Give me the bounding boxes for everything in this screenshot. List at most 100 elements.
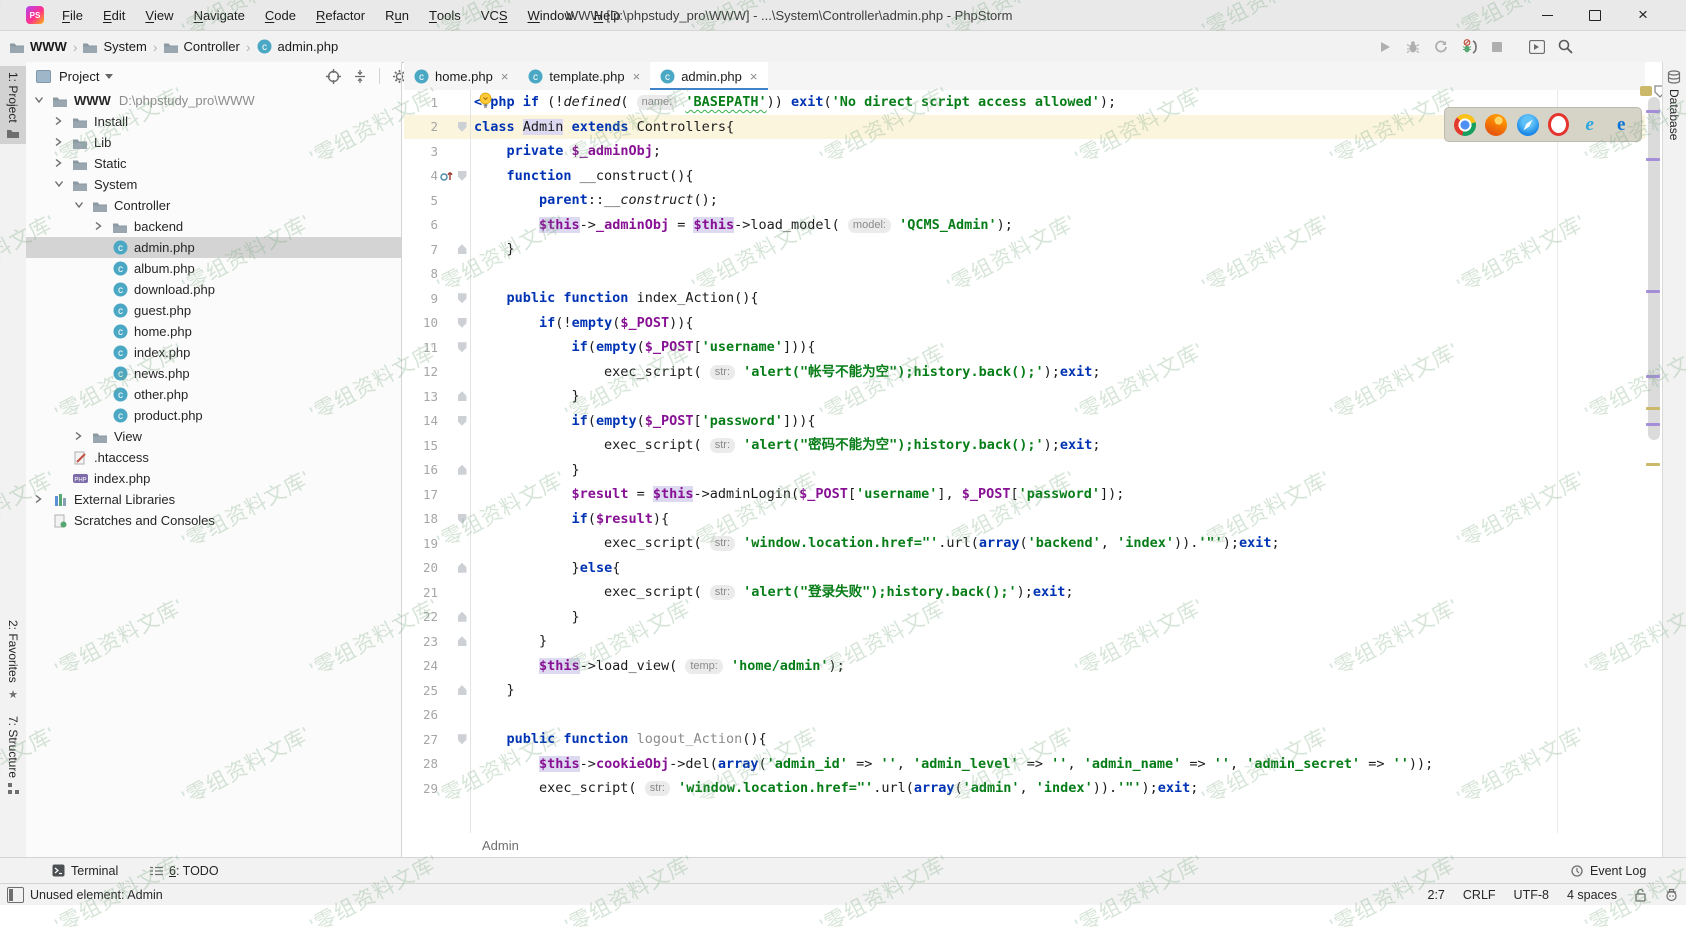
edge-icon[interactable]: e <box>1610 114 1632 136</box>
line-number[interactable]: 14 <box>404 413 438 428</box>
stripe-mark[interactable] <box>1646 375 1660 378</box>
stop-icon[interactable] <box>1486 37 1508 57</box>
stripe-mark[interactable] <box>1646 110 1660 113</box>
tab-close-icon[interactable]: × <box>750 69 758 84</box>
code-line-7[interactable]: 7 } <box>404 237 1645 262</box>
chevron-right-icon[interactable] <box>54 158 64 168</box>
line-number[interactable]: 19 <box>404 536 438 551</box>
chevron-down-icon[interactable] <box>54 179 64 189</box>
code-line-17[interactable]: 17 $result = $this->adminLogin($_POST['u… <box>404 482 1645 507</box>
code-line-20[interactable]: 20 }else{ <box>404 556 1645 581</box>
tree-item-lib[interactable]: Lib <box>26 132 401 153</box>
tree-item-www[interactable]: WWWD:\phpstudy_pro\WWW <box>26 90 401 111</box>
tree-item-htaccess[interactable]: .htaccess <box>26 447 401 468</box>
tree-item-guest-php[interactable]: cguest.php <box>26 300 401 321</box>
tree-item-scratches-and-consoles[interactable]: Scratches and Consoles <box>26 510 401 531</box>
attach-debugger-icon[interactable] <box>1458 37 1480 57</box>
menu-refactor[interactable]: Refactor <box>306 0 375 30</box>
code-line-25[interactable]: 25 } <box>404 678 1645 703</box>
tree-item-index-php[interactable]: cindex.php <box>26 342 401 363</box>
code-line-8[interactable]: 8 <box>404 262 1645 287</box>
stripe-mark[interactable] <box>1646 423 1660 426</box>
fold-marker[interactable] <box>454 605 470 630</box>
collapse-all-icon[interactable] <box>353 69 367 84</box>
code-line-9[interactable]: 9 public function index_Action(){ <box>404 286 1645 311</box>
line-number[interactable]: 21 <box>404 585 438 600</box>
stripe-mark[interactable] <box>1646 158 1660 161</box>
menu-navigate[interactable]: Navigate <box>184 0 255 30</box>
code-line-26[interactable]: 26 <box>404 703 1645 728</box>
fold-marker[interactable] <box>454 458 470 483</box>
fold-marker[interactable] <box>454 335 470 360</box>
tree-item-other-php[interactable]: cother.php <box>26 384 401 405</box>
tab-home-php[interactable]: chome.php× <box>404 62 518 90</box>
chevron-down-icon[interactable] <box>34 95 44 105</box>
fold-marker[interactable] <box>454 164 470 189</box>
fold-marker[interactable] <box>454 384 470 409</box>
tab-close-icon[interactable]: × <box>501 69 509 84</box>
restore-icon[interactable] <box>1572 0 1618 30</box>
breadcrumb-item-system[interactable]: System <box>83 39 146 54</box>
fold-marker[interactable] <box>454 678 470 703</box>
opera-icon[interactable] <box>1548 113 1569 136</box>
line-number[interactable]: 16 <box>404 462 438 477</box>
tree-item-index-php[interactable]: PHPindex.php <box>26 468 401 489</box>
fold-marker[interactable] <box>454 311 470 336</box>
breadcrumb-item-www[interactable]: WWW <box>10 39 67 54</box>
ie-icon[interactable]: e <box>1579 114 1601 136</box>
chevron-right-icon[interactable] <box>54 137 64 147</box>
breadcrumb-item-controller[interactable]: Controller <box>164 39 240 54</box>
editor-scrollbar[interactable] <box>1648 97 1660 440</box>
code-line-24[interactable]: 24 $this->load_view( temp: 'home/admin')… <box>404 654 1645 679</box>
chevron-right-icon[interactable] <box>74 431 84 441</box>
line-number[interactable]: 7 <box>404 242 438 257</box>
code-line-29[interactable]: 29 exec_script( str: 'window.location.hr… <box>404 776 1645 801</box>
line-number[interactable]: 12 <box>404 364 438 379</box>
menu-view[interactable]: View <box>135 0 183 30</box>
project-panel-title[interactable]: Project <box>59 69 99 84</box>
code-editor[interactable]: 1<?php if (!defined( name: 'BASEPATH')) … <box>404 90 1645 833</box>
tab-close-icon[interactable]: × <box>633 69 641 84</box>
search-everywhere-icon[interactable] <box>1554 37 1576 57</box>
tree-item-admin-php[interactable]: cadmin.php <box>26 237 401 258</box>
code-line-27[interactable]: 27 public function logout_Action(){ <box>404 727 1645 752</box>
tree-item-controller[interactable]: Controller <box>26 195 401 216</box>
line-number[interactable]: 24 <box>404 658 438 673</box>
line-number[interactable]: 10 <box>404 315 438 330</box>
firefox-icon[interactable] <box>1485 114 1507 136</box>
fold-marker[interactable] <box>454 556 470 581</box>
line-number[interactable]: 28 <box>404 756 438 771</box>
code-line-18[interactable]: 18 if($result){ <box>404 507 1645 532</box>
line-number[interactable]: 29 <box>404 781 438 796</box>
code-line-22[interactable]: 22 } <box>404 605 1645 630</box>
close-icon[interactable]: × <box>1620 0 1666 30</box>
menu-edit[interactable]: Edit <box>93 0 135 30</box>
fold-marker[interactable] <box>454 507 470 532</box>
line-number[interactable]: 8 <box>404 266 438 281</box>
override-method-icon[interactable] <box>438 164 454 189</box>
code-line-12[interactable]: 12 exec_script( str: 'alert("帐号不能为空");hi… <box>404 360 1645 385</box>
fold-marker[interactable] <box>454 237 470 262</box>
line-number[interactable]: 11 <box>404 340 438 355</box>
code-line-19[interactable]: 19 exec_script( str: 'window.location.hr… <box>404 531 1645 556</box>
line-number[interactable]: 5 <box>404 193 438 208</box>
code-line-23[interactable]: 23 } <box>404 629 1645 654</box>
code-line-11[interactable]: 11 if(empty($_POST['username'])){ <box>404 335 1645 360</box>
line-number[interactable]: 22 <box>404 609 438 624</box>
tree-item-download-php[interactable]: cdownload.php <box>26 279 401 300</box>
line-number[interactable]: 25 <box>404 683 438 698</box>
tool-tab-structure[interactable]: 7: Structure <box>0 710 26 800</box>
tool-window-toggle-icon[interactable] <box>7 887 24 903</box>
line-number[interactable]: 15 <box>404 438 438 453</box>
code-line-21[interactable]: 21 exec_script( str: 'alert("登录失败");hist… <box>404 580 1645 605</box>
hector-inspector-icon[interactable] <box>1665 888 1678 902</box>
coverage-icon[interactable] <box>1430 37 1452 57</box>
terminal-button[interactable]: Terminal <box>52 858 118 883</box>
chevron-down-icon[interactable] <box>105 74 113 79</box>
code-line-16[interactable]: 16 } <box>404 458 1645 483</box>
line-number[interactable]: 26 <box>404 707 438 722</box>
safari-icon[interactable] <box>1517 114 1539 136</box>
stripe-mark[interactable] <box>1646 407 1660 410</box>
locate-icon[interactable] <box>326 69 341 84</box>
debug-icon[interactable] <box>1402 37 1424 57</box>
